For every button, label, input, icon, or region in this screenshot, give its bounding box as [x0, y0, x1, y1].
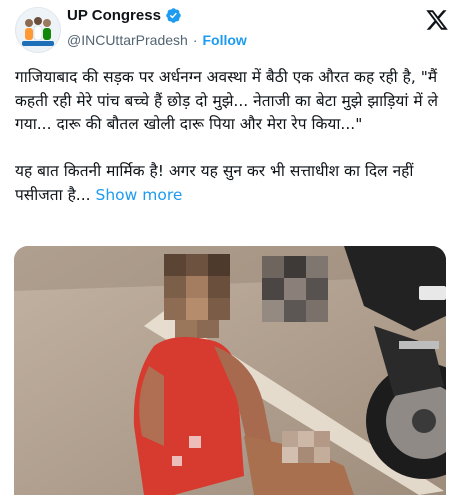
tweet-header: UP Congress @INCUttarPradesh · Follow	[0, 0, 461, 56]
x-logo-icon[interactable]	[425, 8, 449, 32]
verified-badge-icon	[166, 8, 181, 23]
tweet-body: गाजियाबाद की सड़क पर अर्धनग्न अवस्था में…	[15, 68, 439, 204]
avatar[interactable]	[15, 7, 61, 53]
show-more-link[interactable]: Show more	[91, 186, 183, 204]
separator-dot: ·	[192, 32, 198, 48]
tweet-text: गाजियाबाद की सड़क पर अर्धनग्न अवस्था में…	[15, 66, 450, 207]
account-name[interactable]: UP Congress	[67, 7, 161, 24]
blurred-photo	[14, 246, 446, 495]
congress-logo-icon	[16, 8, 60, 52]
pixelated-background	[262, 256, 328, 322]
tweet-media-image[interactable]	[14, 246, 446, 495]
pixelated-region	[282, 431, 330, 463]
account-handle[interactable]: @INCUttarPradesh	[67, 32, 188, 48]
handle-row: @INCUttarPradesh · Follow	[67, 32, 247, 48]
follow-button[interactable]: Follow	[202, 32, 246, 48]
name-row: UP Congress	[67, 7, 182, 24]
